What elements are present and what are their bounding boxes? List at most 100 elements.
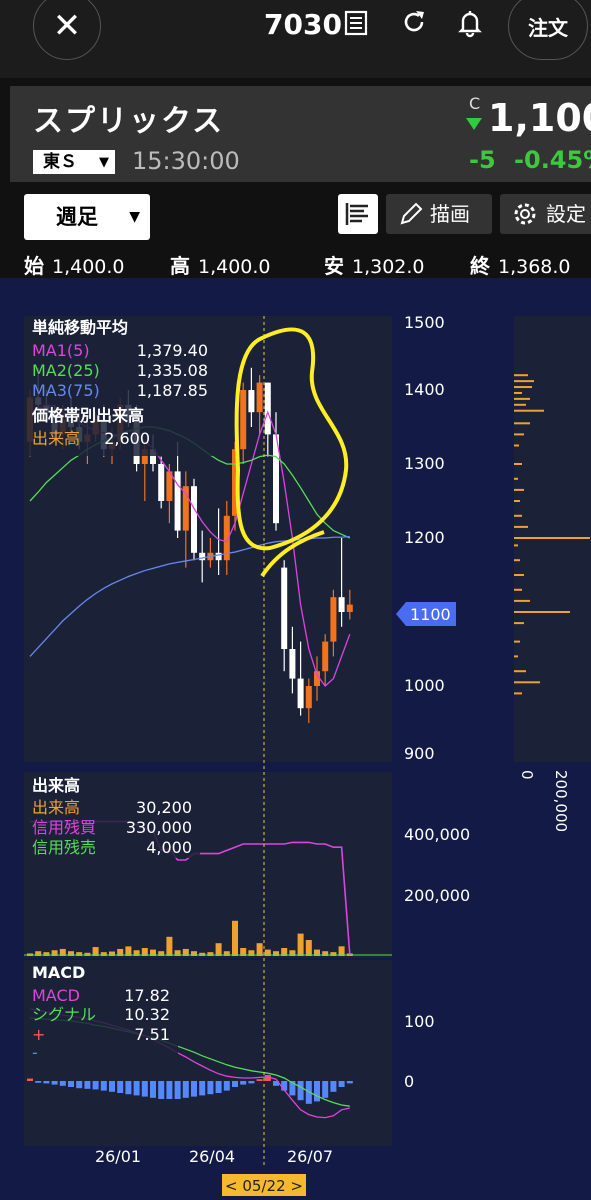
candle-body	[199, 552, 206, 561]
draw-button[interactable]: 描画	[386, 194, 492, 234]
market-label: 東Ｓ	[43, 152, 77, 172]
cursor-date: < 05/22 >	[225, 1177, 303, 1195]
candle-body	[191, 486, 197, 553]
macd-histogram-bar	[322, 1081, 329, 1098]
profile-bar	[514, 574, 524, 576]
y-tick-1400: 1400	[404, 380, 445, 399]
draw-label: 描画	[430, 202, 470, 226]
macd-histogram-bar	[84, 1081, 91, 1089]
y-tick-1500: 1500	[404, 313, 445, 332]
macd-histogram-bar	[150, 1081, 156, 1098]
macd-histogram-bar	[338, 1081, 345, 1087]
candle-body	[305, 686, 312, 709]
macd-histogram-bar	[223, 1081, 230, 1091]
macd-histogram-bar	[182, 1081, 189, 1098]
order-button[interactable]: 注文	[508, 0, 588, 60]
ohlc-row: 始 1,400.0 高 1,400.0 安 1,302.0 終 1,368.0	[0, 246, 591, 278]
profile-bar	[514, 559, 520, 562]
profile-legend-label: 出来高	[32, 429, 80, 448]
profile-bar	[514, 640, 520, 643]
bell-icon[interactable]	[455, 8, 485, 38]
ohlc-high: 高 1,400.0	[170, 254, 271, 278]
x-tick-2604: 26/04	[189, 1147, 235, 1166]
candle-body	[346, 604, 353, 612]
macd-tick-100: 100	[404, 1012, 435, 1031]
profile-bar	[514, 622, 524, 625]
profile-tick-200000: 200,000	[552, 770, 570, 832]
profile-bar	[514, 403, 526, 406]
volume-bar	[215, 943, 222, 956]
profile-tick-0: 0	[518, 770, 536, 780]
margin-buy-label: 信用残買	[32, 818, 96, 837]
period-label: 週足	[56, 205, 98, 229]
gear-icon	[514, 203, 536, 225]
volume-value: 30,200	[136, 798, 192, 817]
signal-value: 10.32	[124, 1005, 170, 1024]
ma3-value: 1,187.85	[137, 381, 208, 400]
macd-tick-0: 0	[404, 1072, 414, 1091]
profile-bar	[514, 380, 534, 383]
macd-value: 17.82	[124, 986, 170, 1005]
x-tick-2607: 26/07	[287, 1147, 333, 1166]
macd-histogram-bar	[100, 1081, 107, 1091]
candle-body	[281, 567, 288, 649]
indicator-list-button[interactable]	[338, 194, 378, 234]
hist-plus-value: 7.51	[134, 1025, 170, 1044]
chart-area[interactable]: 単純移動平均 MA1(5) 1,379.40 MA2(25) 1,335.08 …	[0, 278, 591, 1200]
macd-histogram-bar	[174, 1081, 181, 1099]
chevron-down-icon: ▼	[99, 155, 109, 170]
volume-bar	[256, 943, 263, 956]
margin-buy-value: 330,000	[126, 818, 192, 837]
margin-sell-value: 4,000	[146, 838, 192, 857]
profile-bar	[514, 386, 532, 389]
document-icon[interactable]	[343, 10, 369, 36]
chart-svg[interactable]: 単純移動平均 MA1(5) 1,379.40 MA2(25) 1,335.08 …	[0, 278, 591, 1200]
settings-button[interactable]: 設定	[500, 194, 591, 234]
y-tick-900: 900	[404, 744, 435, 763]
macd-histogram-bar	[240, 1081, 247, 1085]
ohlc-close: 終 1,368.0	[470, 254, 571, 278]
candle-body	[215, 552, 222, 561]
y-tick-1200: 1200	[404, 528, 445, 547]
profile-legend-value: 2,600	[104, 429, 150, 448]
candle-body	[264, 382, 271, 435]
signal-label: シグナル	[32, 1005, 96, 1024]
macd-histogram-bar	[256, 1079, 263, 1081]
macd-histogram-bar	[314, 1081, 320, 1102]
hist-plus-label: +	[32, 1025, 45, 1044]
macd-histogram-bar	[59, 1081, 66, 1086]
candle-body	[158, 464, 165, 501]
market-select[interactable]: 東Ｓ ▼	[33, 150, 115, 174]
volume-bar	[232, 920, 238, 956]
profile-bar	[514, 477, 518, 480]
profile-bar	[514, 692, 522, 695]
macd-histogram-bar	[297, 1081, 304, 1101]
close-mark: C	[469, 94, 481, 113]
margin-sell-label: 信用残売	[32, 838, 96, 857]
profile-bar	[514, 544, 518, 547]
volume-bar	[297, 933, 304, 956]
macd-histogram-bar	[248, 1081, 255, 1084]
period-select[interactable]: 週足 ▼	[24, 194, 150, 240]
volume-bar	[199, 952, 206, 956]
stock-code: 7030	[264, 8, 342, 41]
profile-bar	[514, 670, 526, 673]
profile-title: 価格帯別出来高	[31, 406, 144, 425]
list-icon	[345, 203, 368, 225]
macd-histogram-bar	[166, 1081, 173, 1099]
refresh-icon[interactable]	[400, 8, 428, 36]
change-percent: -0.45%	[514, 146, 591, 174]
candle-body	[248, 390, 255, 413]
pencil-icon	[400, 202, 423, 225]
macd-histogram-bar	[43, 1081, 50, 1084]
macd-histogram-bar	[109, 1081, 115, 1092]
candle-body	[240, 390, 247, 450]
candle-body	[338, 597, 345, 612]
candle-body	[322, 641, 329, 672]
macd-histogram-bar	[27, 1078, 33, 1081]
candle-body	[330, 597, 337, 642]
ma1-label: MA1(5)	[32, 341, 90, 360]
profile-bar	[514, 611, 570, 613]
macd-histogram-bar	[133, 1081, 140, 1096]
profile-bar	[514, 681, 540, 684]
